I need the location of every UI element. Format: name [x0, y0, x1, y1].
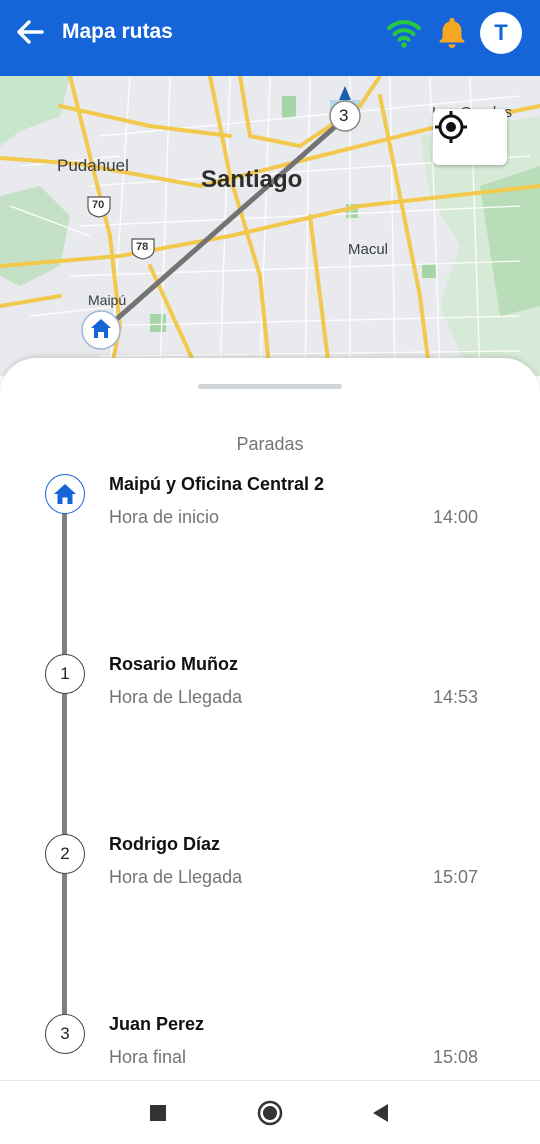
stop-time-label: Hora final — [109, 1047, 187, 1067]
back-arrow-icon — [17, 20, 44, 44]
list-item[interactable]: 3 Juan Perez Hora final 15:08 — [0, 1014, 540, 1084]
home-nav-button[interactable] — [256, 1099, 284, 1127]
sheet-drag-handle[interactable] — [198, 384, 342, 389]
route-map[interactable]: 70 78 3 Santiago Pudahuel Macul Maipú La… — [0, 76, 540, 376]
stop-name: Juan Perez — [109, 1014, 205, 1034]
recents-icon — [150, 1105, 166, 1121]
stop-time-label: Hora de Llegada — [109, 867, 243, 887]
back-triangle-icon — [373, 1104, 388, 1122]
back-nav-button[interactable] — [368, 1101, 392, 1125]
list-item[interactable]: Maipú y Oficina Central 2 Hora de inicio… — [0, 474, 540, 544]
stop-name: Rodrigo Díaz — [109, 834, 220, 854]
stop-time: 14:53 — [432, 687, 478, 707]
route-shield-78: 78 — [136, 241, 149, 253]
stop-name: Maipú y Oficina Central 2 — [109, 474, 325, 494]
stop-time-label: Hora de Llegada — [109, 687, 243, 707]
map-home-marker[interactable] — [81, 310, 121, 350]
stop-time: 15:07 — [432, 867, 478, 887]
stop-marker-number: 1 — [45, 654, 85, 694]
recents-button[interactable] — [146, 1101, 170, 1125]
crosshair-icon — [435, 111, 467, 143]
bell-icon[interactable] — [434, 14, 470, 50]
sheet-title: Paradas — [236, 434, 304, 454]
map-label-maipu: Maipú — [88, 292, 127, 308]
back-button[interactable] — [12, 14, 48, 50]
stop-time-label: Hora de inicio — [109, 507, 220, 527]
avatar[interactable]: T — [480, 12, 522, 54]
stop-marker-number: 2 — [45, 834, 85, 874]
page-title: Mapa rutas — [62, 20, 173, 43]
stop-name: Rosario Muñoz — [109, 654, 238, 674]
home-icon — [54, 484, 76, 504]
stop-time: 14:00 — [432, 507, 478, 527]
stop-time: 15:08 — [432, 1047, 478, 1067]
route-shield-70: 70 — [92, 199, 105, 211]
destination-marker-number: 3 — [339, 106, 349, 125]
wifi-icon — [387, 20, 421, 48]
map-label-santiago: Santiago — [201, 166, 303, 193]
timeline-line — [62, 504, 67, 1024]
map-label-pudahuel: Pudahuel — [57, 156, 129, 175]
my-location-button[interactable] — [433, 109, 507, 165]
stop-marker-number: 3 — [45, 1014, 85, 1054]
app-bar: Mapa rutas T — [0, 0, 540, 76]
stops-sheet: Paradas Maipú y Oficina Central 2 Hora d… — [0, 358, 540, 1080]
stop-marker-home — [45, 474, 85, 514]
system-nav-bar — [0, 1080, 540, 1144]
map-label-macul: Macul — [348, 241, 389, 258]
home-circle-icon — [257, 1100, 283, 1126]
list-item[interactable]: 2 Rodrigo Díaz Hora de Llegada 15:07 — [0, 834, 540, 904]
list-item[interactable]: 1 Rosario Muñoz Hora de Llegada 14:53 — [0, 654, 540, 724]
